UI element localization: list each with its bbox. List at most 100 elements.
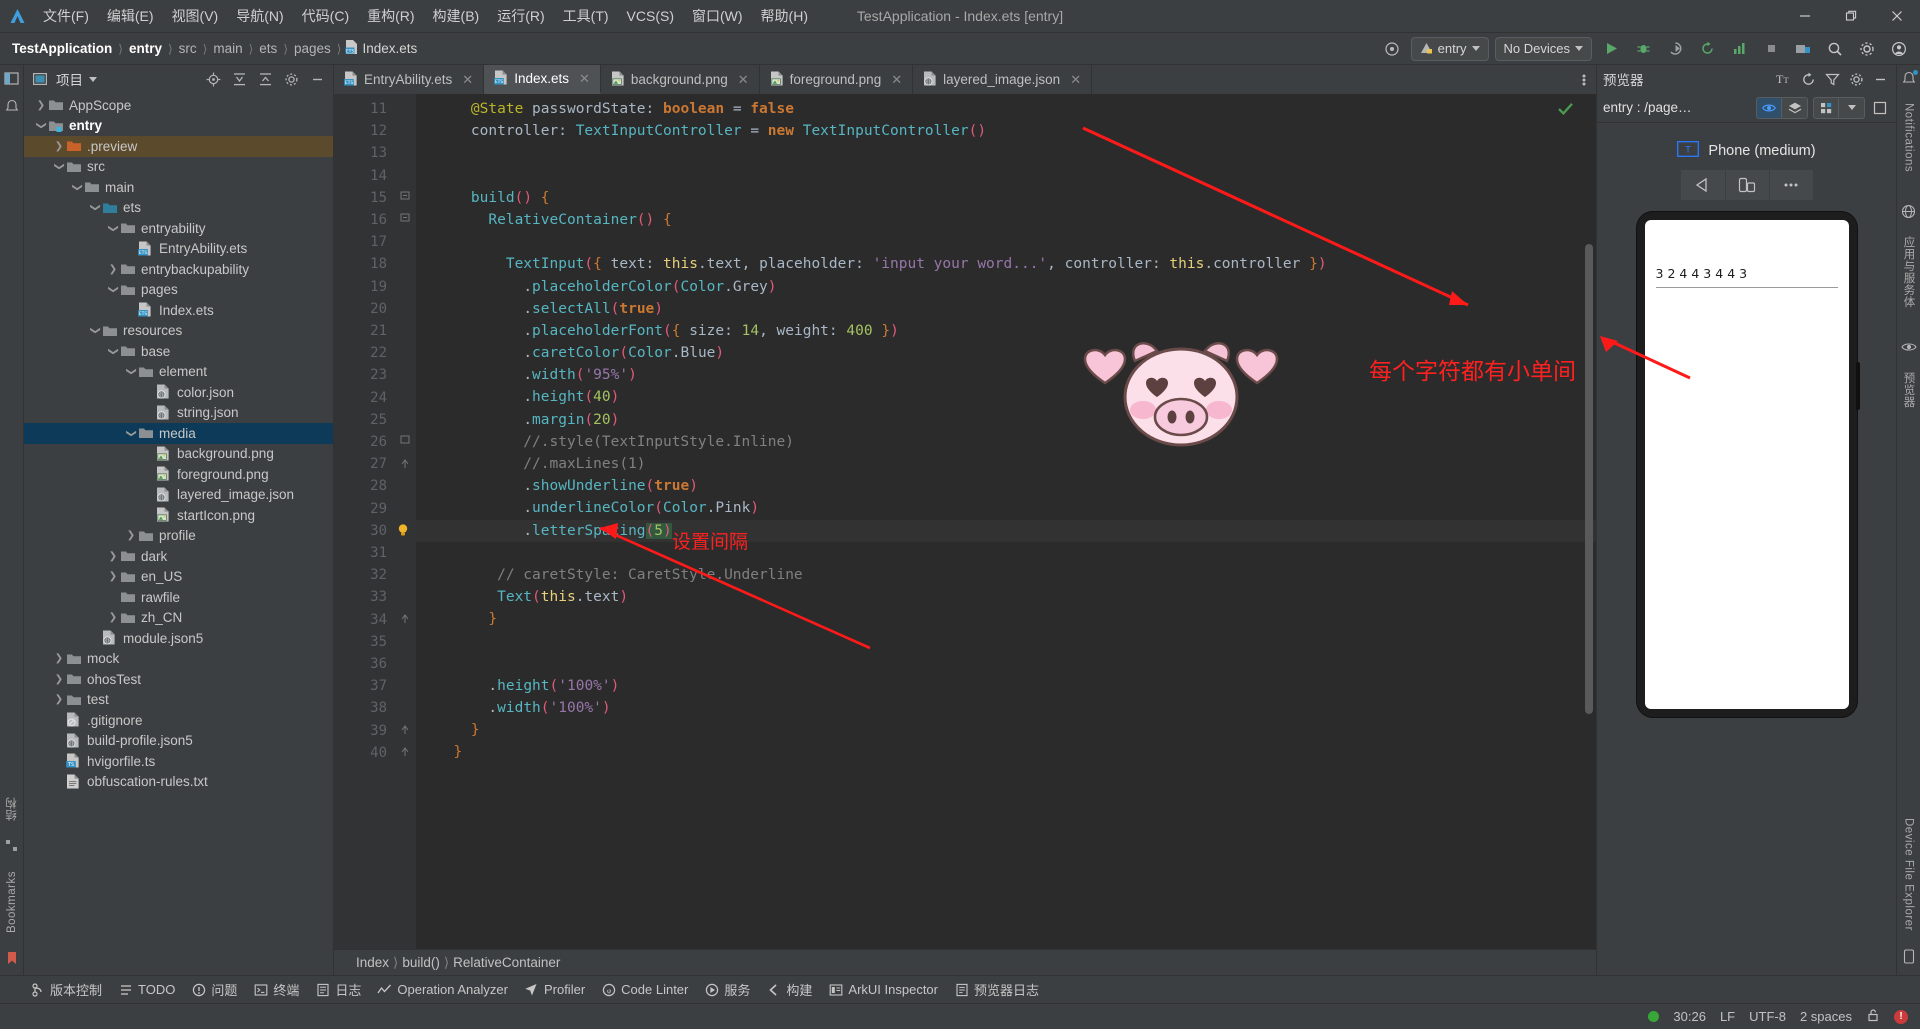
fold-marker-icon[interactable]: [399, 213, 411, 225]
refresh-icon[interactable]: [1798, 69, 1818, 89]
fold-marker-icon[interactable]: [399, 191, 411, 203]
close-icon[interactable]: ✕: [738, 72, 749, 88]
preview-text-input[interactable]: 32443443: [1655, 266, 1838, 288]
code-line-33[interactable]: Text(this.text): [436, 586, 1596, 608]
run-icon[interactable]: [1598, 36, 1624, 62]
bell-icon[interactable]: [1900, 69, 1918, 87]
menu-help[interactable]: 帮助(H): [752, 3, 817, 29]
tree-node-ohostest[interactable]: ❯ ohosTest: [24, 669, 333, 690]
editor-tab-entryability-ets[interactable]: ETS EntryAbility.ets ✕: [334, 65, 485, 94]
tool-window------[interactable]: 预览器日志: [954, 980, 1039, 999]
collapse-all-icon[interactable]: [255, 69, 275, 89]
close-icon[interactable]: ✕: [1070, 72, 1081, 88]
tree-node--gitignore[interactable]: .gitignore: [24, 710, 333, 731]
device-file-icon[interactable]: [1900, 947, 1918, 965]
tree-node-background-png[interactable]: background.png: [24, 444, 333, 465]
file-encoding[interactable]: UTF-8: [1749, 1009, 1786, 1024]
tree-node-rawfile[interactable]: rawfile: [24, 587, 333, 608]
editor-breadcrumb-build[interactable]: build(): [402, 955, 440, 970]
code-line-35[interactable]: [436, 631, 1596, 653]
chevron-down-icon[interactable]: ❯: [88, 202, 102, 213]
tree-node-media[interactable]: ❯ media: [24, 423, 333, 444]
code-line-21[interactable]: .placeholderFont({ size: 14, weight: 400…: [436, 320, 1596, 342]
tree-node-ets[interactable]: ❯ ets: [24, 198, 333, 219]
more-vertical-icon[interactable]: [1572, 65, 1596, 94]
tree-node-element[interactable]: ❯ element: [24, 362, 333, 383]
tree-node-layered-image-json[interactable]: {} layered_image.json: [24, 485, 333, 506]
code-text[interactable]: @State passwordState: boolean = false co…: [416, 94, 1596, 949]
breadcrumb-file[interactable]: ETS Index.ets: [345, 40, 417, 57]
code-line-11[interactable]: @State passwordState: boolean = false: [436, 98, 1596, 120]
editor-tab-index-ets[interactable]: ETS Index.ets ✕: [484, 65, 601, 94]
right-tab-preview[interactable]: 预览器: [1899, 366, 1919, 414]
chevron-right-icon[interactable]: ❯: [52, 694, 66, 705]
more-icon[interactable]: [1768, 170, 1813, 200]
frame-icon[interactable]: [1870, 98, 1890, 118]
menu-view[interactable]: 视图(V): [163, 3, 228, 29]
settings-icon[interactable]: [1854, 36, 1880, 62]
tree-node-starticon-png[interactable]: startIcon.png: [24, 505, 333, 526]
chevron-right-icon[interactable]: ❯: [52, 674, 66, 685]
code-line-22[interactable]: .caretColor(Color.Blue): [436, 342, 1596, 364]
code-line-15[interactable]: build() {: [436, 187, 1596, 209]
tree-node-base[interactable]: ❯ base: [24, 341, 333, 362]
tree-node-appscope[interactable]: ❯ AppScope: [24, 95, 333, 116]
breadcrumb-main[interactable]: main: [211, 40, 244, 57]
code-line-19[interactable]: .placeholderColor(Color.Grey): [436, 276, 1596, 298]
code-line-39[interactable]: }: [436, 719, 1596, 741]
tree-node-color-json[interactable]: {} color.json: [24, 382, 333, 403]
eye-icon[interactable]: [1900, 338, 1918, 356]
chevron-down-icon[interactable]: ❯: [124, 366, 138, 377]
menu-tools[interactable]: 工具(T): [554, 3, 618, 29]
tree-node-dark[interactable]: ❯ dark: [24, 546, 333, 567]
chevron-down-icon[interactable]: [89, 76, 97, 82]
breadcrumb-ets[interactable]: ets: [257, 40, 279, 57]
tool-window-operation-analyzer[interactable]: Operation Analyzer: [377, 982, 508, 997]
multi-device-icon[interactable]: [1813, 96, 1839, 119]
layers-icon[interactable]: [1782, 96, 1808, 119]
device-select[interactable]: No Devices: [1494, 36, 1592, 61]
left-tab-bookmarks[interactable]: Bookmarks: [4, 865, 20, 939]
tool-window-bar[interactable]: 版本控制 TODO 问题 终端 日志 Operation Analyzer Profiler…: [0, 975, 1920, 1003]
menu-build[interactable]: 构建(B): [424, 3, 489, 29]
menu-navigate[interactable]: 导航(N): [227, 3, 292, 29]
chevron-right-icon[interactable]: ❯: [52, 141, 66, 152]
breadcrumb-src[interactable]: src: [177, 40, 199, 57]
hide-panel-icon[interactable]: [1870, 69, 1890, 89]
code-line-26[interactable]: //.style(TextInputStyle.Inline): [436, 431, 1596, 453]
code-line-29[interactable]: .underlineColor(Color.Pink): [436, 497, 1596, 519]
chevron-right-icon[interactable]: ❯: [124, 530, 138, 541]
chevron-down-icon[interactable]: ❯: [70, 182, 84, 193]
editor-tab-background-png[interactable]: background.png ✕: [601, 65, 760, 94]
code-editor[interactable]: 11 12 13 14 15 16 17 18 19 20 21 22 23 24 25 26 27 28 29 30…: [334, 94, 1596, 949]
search-icon[interactable]: [1822, 36, 1848, 62]
fold-icon[interactable]: [1724, 170, 1769, 200]
chevron-down-icon[interactable]: ❯: [52, 161, 66, 172]
error-icon[interactable]: !: [1894, 1009, 1908, 1024]
tree-node-en-us[interactable]: ❯ en_US: [24, 567, 333, 588]
tree-node-src[interactable]: ❯ src: [24, 157, 333, 178]
editor-breadcrumb-index[interactable]: Index: [356, 955, 389, 970]
tree-node-resources[interactable]: ❯ resources: [24, 321, 333, 342]
breadcrumb-project[interactable]: TestApplication: [10, 40, 114, 57]
breadcrumb-pages[interactable]: pages: [292, 40, 333, 57]
code-line-30[interactable]: .letterSpacing(5): [416, 519, 1596, 542]
tree-node-entrybackupability[interactable]: ❯ entrybackupability: [24, 259, 333, 280]
tool-window-arkui-inspector[interactable]: ArkUI Inspector: [828, 982, 938, 997]
gear-icon[interactable]: [1846, 69, 1866, 89]
chevron-down-icon[interactable]: ❯: [124, 428, 138, 439]
menu-edit[interactable]: 编辑(E): [98, 3, 163, 29]
tree-node-build-profile-json5[interactable]: {} build-profile.json5: [24, 731, 333, 752]
menu-window[interactable]: 窗口(W): [683, 3, 752, 29]
breadcrumb-module[interactable]: entry: [127, 40, 164, 57]
close-icon[interactable]: ✕: [891, 72, 902, 88]
stop-icon[interactable]: [1758, 36, 1784, 62]
tree-node-entryability-ets[interactable]: ETS EntryAbility.ets: [24, 239, 333, 260]
menu-refactor[interactable]: 重构(R): [358, 3, 423, 29]
fold-gutter[interactable]: [394, 94, 416, 949]
chevron-down-icon[interactable]: ❯: [106, 284, 120, 295]
tool-window---[interactable]: 问题: [191, 980, 237, 999]
indent-setting[interactable]: 2 spaces: [1800, 1009, 1852, 1024]
rerun-icon[interactable]: [1694, 36, 1720, 62]
line-separator[interactable]: LF: [1720, 1009, 1735, 1024]
